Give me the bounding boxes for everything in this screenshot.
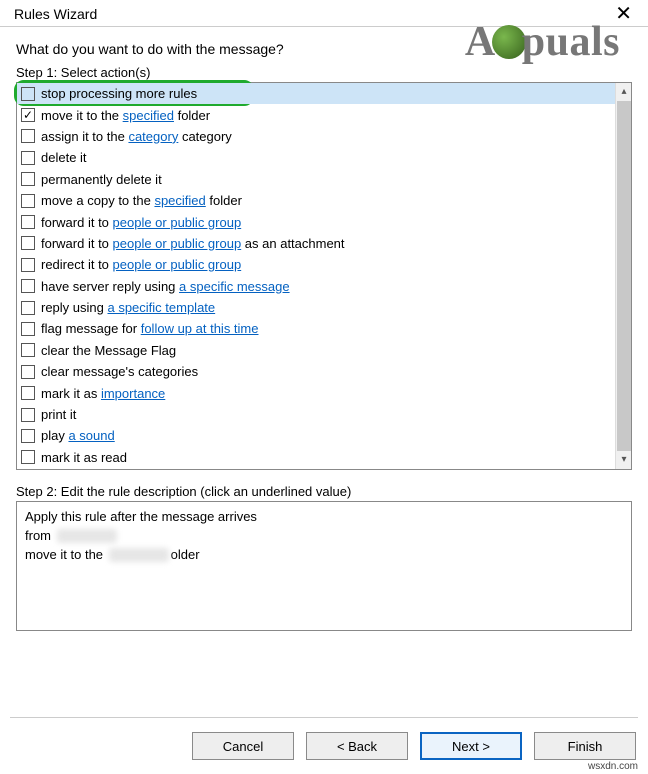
action-checkbox[interactable]: [21, 236, 35, 250]
desc-line-3: move it to the older: [25, 546, 623, 565]
action-row[interactable]: play a sound: [17, 425, 615, 446]
action-row[interactable]: mark it as read: [17, 447, 615, 468]
action-row[interactable]: reply using a specific template: [17, 297, 615, 318]
action-link[interactable]: people or public group: [113, 236, 242, 251]
action-checkbox[interactable]: [21, 172, 35, 186]
actions-listbox[interactable]: stop processing more rules move it to the…: [16, 82, 632, 470]
scroll-up-icon[interactable]: ▴: [617, 84, 631, 100]
separator: [10, 717, 638, 718]
action-label: flag message for follow up at this time: [41, 321, 259, 336]
action-row[interactable]: clear message's categories: [17, 361, 615, 382]
action-checkbox[interactable]: [21, 258, 35, 272]
prompt-text: What do you want to do with the message?: [16, 41, 632, 57]
action-row[interactable]: redirect it to people or public group: [17, 254, 615, 275]
step2-label: Step 2: Edit the rule description (click…: [16, 484, 632, 499]
action-label: permanently delete it: [41, 172, 162, 187]
next-button[interactable]: Next >: [420, 732, 522, 760]
action-label: forward it to people or public group as …: [41, 236, 345, 251]
action-label: print it: [41, 407, 76, 422]
action-checkbox[interactable]: [21, 343, 35, 357]
action-label: assign it to the category category: [41, 129, 232, 144]
action-checkbox[interactable]: [21, 87, 35, 101]
action-label: redirect it to people or public group: [41, 257, 241, 272]
action-row[interactable]: permanently delete it: [17, 169, 615, 190]
back-button[interactable]: < Back: [306, 732, 408, 760]
redacted-value: [57, 529, 117, 543]
action-checkbox[interactable]: [21, 301, 35, 315]
action-row[interactable]: move it to the specified folder: [17, 104, 615, 125]
action-checkbox[interactable]: [21, 279, 35, 293]
action-row[interactable]: clear the Message Flag: [17, 340, 615, 361]
footer-text: wsxdn.com: [588, 761, 638, 772]
scroll-down-icon[interactable]: ▾: [617, 452, 631, 468]
action-row[interactable]: flag message for follow up at this time: [17, 318, 615, 339]
action-row[interactable]: assign it to the category category: [17, 126, 615, 147]
cancel-button[interactable]: Cancel: [192, 732, 294, 760]
desc-line-1: Apply this rule after the message arrive…: [25, 508, 623, 527]
action-checkbox[interactable]: [21, 365, 35, 379]
action-link[interactable]: category: [128, 129, 178, 144]
action-label: have server reply using a specific messa…: [41, 279, 290, 294]
action-label: stop processing more rules: [41, 86, 197, 101]
action-label: reply using a specific template: [41, 300, 215, 315]
desc-line-2: from: [25, 527, 623, 546]
action-row[interactable]: forward it to people or public group: [17, 211, 615, 232]
action-link[interactable]: specified: [123, 108, 174, 123]
action-label: forward it to people or public group: [41, 215, 241, 230]
action-label: move a copy to the specified folder: [41, 193, 242, 208]
action-link[interactable]: follow up at this time: [141, 321, 259, 336]
action-label: delete it: [41, 150, 87, 165]
action-checkbox[interactable]: [21, 194, 35, 208]
dialog-title: Rules Wizard: [14, 6, 97, 22]
action-row[interactable]: move a copy to the specified folder: [17, 190, 615, 211]
action-label: move it to the specified folder: [41, 108, 210, 123]
rule-description[interactable]: Apply this rule after the message arrive…: [16, 501, 632, 631]
action-checkbox[interactable]: [21, 215, 35, 229]
action-checkbox[interactable]: [21, 429, 35, 443]
action-link[interactable]: people or public group: [113, 215, 242, 230]
action-link[interactable]: a specific template: [107, 300, 215, 315]
finish-button[interactable]: Finish: [534, 732, 636, 760]
action-checkbox[interactable]: [21, 386, 35, 400]
action-link[interactable]: a sound: [68, 428, 114, 443]
action-label: play a sound: [41, 428, 115, 443]
scroll-thumb[interactable]: [617, 101, 631, 451]
action-link[interactable]: a specific message: [179, 279, 290, 294]
action-row[interactable]: delete it: [17, 147, 615, 168]
action-checkbox[interactable]: [21, 408, 35, 422]
action-row[interactable]: have server reply using a specific messa…: [17, 276, 615, 297]
action-row[interactable]: stop processing more rules: [17, 83, 615, 104]
action-link[interactable]: people or public group: [113, 257, 242, 272]
action-row[interactable]: forward it to people or public group as …: [17, 233, 615, 254]
scrollbar[interactable]: ▴ ▾: [615, 83, 631, 469]
action-label: clear the Message Flag: [41, 343, 176, 358]
action-label: mark it as importance: [41, 386, 165, 401]
action-checkbox[interactable]: [21, 322, 35, 336]
redacted-value: [109, 548, 169, 562]
action-checkbox[interactable]: [21, 450, 35, 464]
action-checkbox[interactable]: [21, 108, 35, 122]
action-label: clear message's categories: [41, 364, 198, 379]
action-checkbox[interactable]: [21, 151, 35, 165]
action-link[interactable]: specified: [154, 193, 205, 208]
action-row[interactable]: print it: [17, 404, 615, 425]
action-row[interactable]: mark it as importance: [17, 382, 615, 403]
action-link[interactable]: importance: [101, 386, 165, 401]
close-icon[interactable]: ✕: [609, 6, 638, 22]
action-label: mark it as read: [41, 450, 127, 465]
action-checkbox[interactable]: [21, 129, 35, 143]
step1-label: Step 1: Select action(s): [16, 65, 632, 80]
